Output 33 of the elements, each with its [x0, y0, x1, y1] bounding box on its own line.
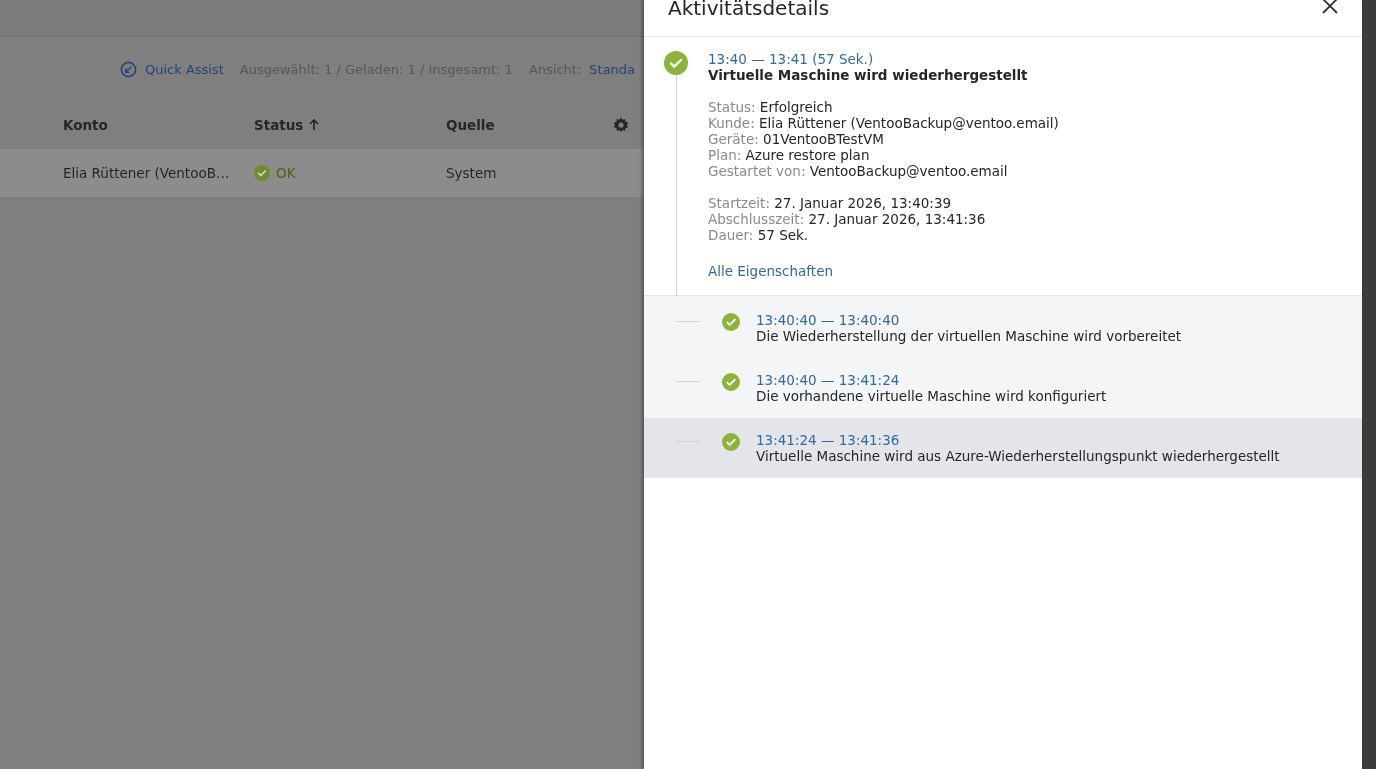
- activity-title: Virtuelle Maschine wird wiederhergestellt: [708, 67, 1029, 83]
- activity-step[interactable]: 13:41:24 — 13:41:36 Virtuelle Maschine wird aus Azure-Wiederherstellungspunkt wiederhergestellt: [644, 418, 1362, 478]
- property-line: Geräte: 01VentooBTestVM: [708, 131, 885, 147]
- step-time: 13:40:40 — 13:40:40: [756, 312, 901, 328]
- panel-title: Aktivitätsdetails: [668, 0, 830, 20]
- table-cell: Elia Rüttener (VentooB…: [63, 165, 230, 181]
- activity-time: 13:40 — 13:41 (57 Sek.): [708, 51, 875, 67]
- property-line: Startzeit: 27. Januar 2026, 13:40:39: [708, 195, 953, 211]
- all-properties-link[interactable]: Alle Eigenschaften: [708, 263, 833, 279]
- step-description: Die Wiederherstellung der virtuellen Maschine wird vorbereitet: [756, 328, 1182, 344]
- activity-step[interactable]: 13:40:40 — 13:41:24 Die vorhandene virtuelle Maschine wird konfiguriert: [644, 358, 1362, 418]
- property-line: Kunde: Elia Rüttener (VentooBackup@ventoo.email): [708, 115, 1059, 131]
- view-selector[interactable]: Standa: [589, 61, 636, 77]
- property-line: Plan: Azure restore plan: [708, 147, 871, 163]
- status-text: OK: [276, 165, 296, 181]
- property-line: Abschlusszeit: 27. Januar 2026, 13:41:36: [708, 211, 987, 227]
- settings-icon[interactable]: [612, 116, 630, 134]
- sort-arrow-icon: [309, 119, 320, 131]
- table-cell: System: [446, 165, 497, 181]
- column-header[interactable]: Status: [254, 117, 446, 133]
- column-header[interactable]: Konto: [63, 117, 254, 133]
- step-description: Die vorhandene virtuelle Maschine wird konfiguriert: [756, 388, 1107, 404]
- quick-assist-button[interactable]: Quick Assist: [120, 60, 224, 78]
- step-time: 13:40:40 — 13:41:24: [756, 372, 901, 388]
- property-line: Gestartet von: VentooBackup@ventoo.email: [708, 163, 1009, 179]
- property-line: Status: Erfolgreich: [708, 99, 834, 115]
- close-icon: [1322, 0, 1338, 14]
- step-description: Virtuelle Maschine wird aus Azure-Wiederherstellungspunkt wiederhergestellt: [756, 448, 1280, 464]
- property-line: Dauer: 57 Sek.: [708, 227, 810, 243]
- activity-step[interactable]: 13:40:40 — 13:40:40 Die Wiederherstellung der virtuellen Maschine wird vorbereitet: [644, 298, 1362, 358]
- step-time: 13:41:24 — 13:41:36: [756, 432, 901, 448]
- column-header[interactable]: Quelle: [446, 117, 612, 133]
- table-row[interactable]: Elia Rüttener (VentooB… OK System: [0, 149, 644, 197]
